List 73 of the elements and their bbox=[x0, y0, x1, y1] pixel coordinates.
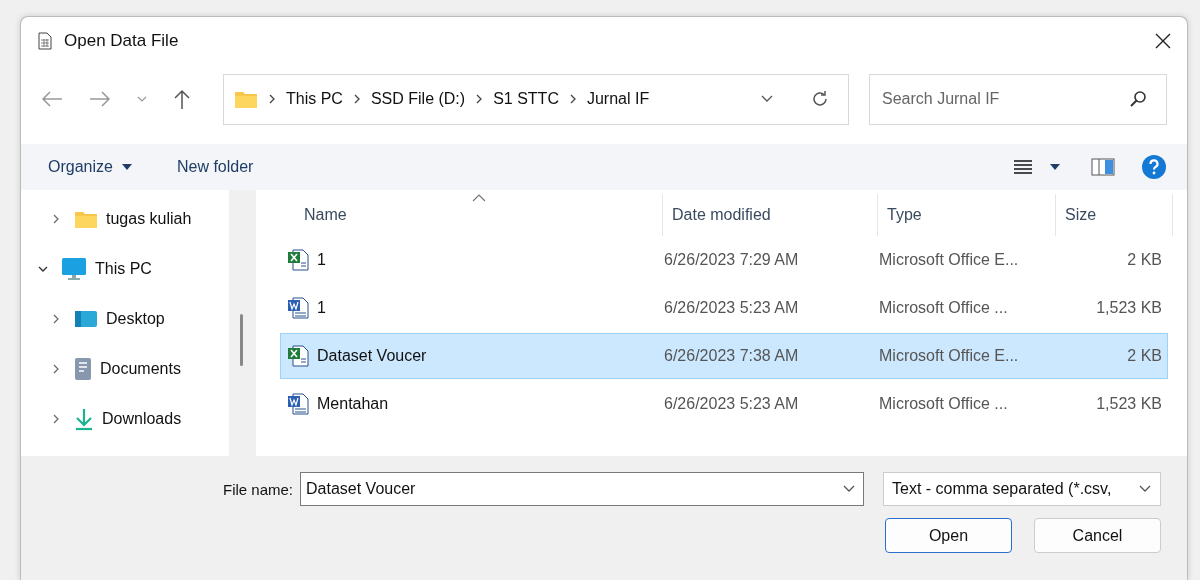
search-icon[interactable] bbox=[1129, 89, 1147, 108]
file-icon bbox=[38, 32, 52, 50]
type-cell-text: Microsoft Office E... bbox=[879, 251, 1020, 269]
caret-icon[interactable] bbox=[1049, 163, 1061, 171]
chevron-down-icon[interactable] bbox=[842, 484, 856, 494]
close-icon[interactable] bbox=[1155, 33, 1171, 49]
new-folder-button[interactable]: New folder bbox=[167, 154, 263, 180]
date-cell-text: 6/26/2023 7:29 AM bbox=[664, 251, 800, 269]
scroll-thumb[interactable] bbox=[240, 314, 243, 366]
chevron-icon[interactable] bbox=[352, 94, 361, 104]
spreadsheet-file-icon bbox=[287, 345, 309, 367]
chevron-icon[interactable] bbox=[268, 94, 276, 104]
type-cell-text: Microsoft Office ... bbox=[879, 395, 1009, 413]
nav-item[interactable]: Downloads bbox=[102, 410, 182, 428]
file-name: Dataset Voucer bbox=[317, 347, 427, 365]
monitor-icon bbox=[61, 257, 87, 281]
chevron-down-icon[interactable] bbox=[760, 94, 774, 104]
file-name-label: File name: bbox=[222, 480, 293, 498]
desktop-icon bbox=[74, 310, 98, 328]
back-arrow-icon[interactable] bbox=[41, 90, 63, 108]
size-cell-text: 2 KB bbox=[1126, 347, 1162, 365]
list-view-icon[interactable] bbox=[1013, 158, 1033, 176]
date-cell-text: 6/26/2023 7:38 AM bbox=[664, 347, 800, 365]
organize-button[interactable]: Organize bbox=[39, 154, 142, 180]
cancel-button[interactable]: Cancel bbox=[1034, 518, 1161, 553]
column-header[interactable]: Name bbox=[256, 194, 663, 236]
address-bar[interactable]: This PC SSD File (D:) S1 STTC Jurnal IF bbox=[223, 73, 849, 125]
file-row[interactable]: Mentahan 6/26/2023 5:23 AM Microsoft Office ... 1,523 KB bbox=[280, 381, 1168, 427]
breadcrumb[interactable]: S1 STTC bbox=[493, 90, 559, 108]
refresh-icon[interactable] bbox=[810, 89, 830, 109]
file-type-dropdown[interactable]: Text - comma separated (*.csv, bbox=[883, 472, 1161, 506]
open-button[interactable]: Open bbox=[885, 518, 1012, 553]
file-row[interactable]: 1 6/26/2023 7:29 AM Microsoft Office E... 2 KB bbox=[280, 237, 1168, 283]
chevron-icon[interactable] bbox=[475, 94, 484, 104]
help-icon[interactable] bbox=[1141, 154, 1167, 180]
breadcrumb[interactable]: SSD File (D:) bbox=[370, 90, 466, 108]
nav-item[interactable]: This PC bbox=[95, 260, 152, 278]
date-cell-text: 6/26/2023 5:23 AM bbox=[664, 299, 800, 317]
nav-item[interactable]: Documents bbox=[100, 360, 181, 378]
spreadsheet-file-icon bbox=[287, 249, 309, 271]
size-cell-text: 1,523 KB bbox=[1095, 299, 1162, 317]
breadcrumb[interactable]: This PC bbox=[286, 90, 343, 108]
up-arrow-icon[interactable] bbox=[173, 89, 191, 109]
chevron-down-icon bbox=[1138, 484, 1152, 494]
file-row[interactable]: 1 6/26/2023 5:23 AM Microsoft Office ... 1,523 KB bbox=[280, 285, 1168, 331]
word-file-icon bbox=[287, 393, 309, 415]
document-icon bbox=[74, 357, 92, 381]
nav-item[interactable]: tugas kuliah bbox=[106, 210, 192, 228]
file-row[interactable]: Dataset Voucer 6/26/2023 7:38 AM Microsoft Office E... 2 KB bbox=[280, 333, 1168, 379]
search-field[interactable]: Search Jurnal IF bbox=[869, 73, 1167, 125]
column-header[interactable]: Date modified bbox=[663, 194, 878, 236]
file-name: 1 bbox=[317, 251, 326, 269]
type-cell-text: Microsoft Office E... bbox=[879, 347, 1020, 365]
breadcrumb[interactable]: Jurnal IF bbox=[586, 90, 650, 108]
column-header[interactable]: Type bbox=[878, 194, 1056, 236]
folder-icon bbox=[234, 89, 258, 109]
date-cell-text: 6/26/2023 5:23 AM bbox=[664, 395, 800, 413]
chevron-icon[interactable] bbox=[568, 94, 577, 104]
caret-icon bbox=[120, 163, 133, 171]
column-header[interactable]: Size bbox=[1056, 194, 1173, 236]
file-name-field[interactable]: Dataset Voucer bbox=[300, 472, 864, 506]
file-name: 1 bbox=[317, 299, 326, 317]
download-icon bbox=[74, 407, 94, 431]
forward-arrow-icon[interactable] bbox=[89, 90, 111, 108]
preview-pane-icon[interactable] bbox=[1091, 158, 1115, 176]
size-cell-text: 2 KB bbox=[1126, 251, 1162, 269]
word-file-icon bbox=[287, 297, 309, 319]
file-name: Mentahan bbox=[317, 395, 389, 413]
size-cell-text: 1,523 KB bbox=[1095, 395, 1162, 413]
nav-item[interactable]: Desktop bbox=[106, 310, 165, 328]
folder-icon bbox=[74, 209, 98, 229]
window-title: Open Data File bbox=[64, 31, 179, 51]
type-cell-text: Microsoft Office ... bbox=[879, 299, 1009, 317]
